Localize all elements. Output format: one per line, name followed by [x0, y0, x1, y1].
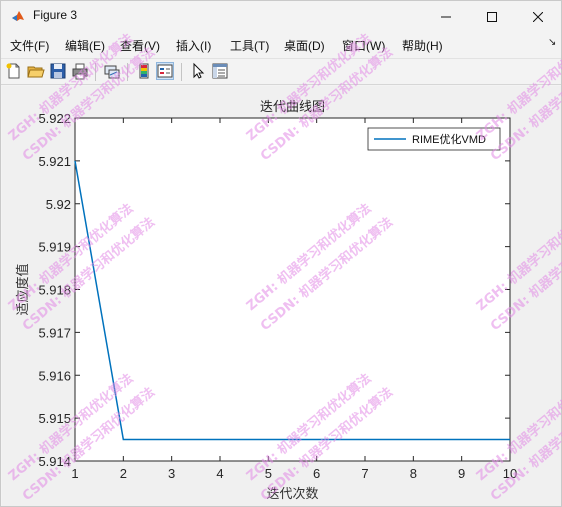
insert-legend-button[interactable] — [156, 62, 174, 80]
toolbar-separator — [181, 63, 182, 81]
x-tick-label: 5 — [265, 466, 272, 481]
matlab-logo-icon — [12, 11, 24, 21]
toolbar-separator — [95, 63, 96, 81]
x-tick-label: 1 — [71, 466, 78, 481]
x-tick-label: 8 — [410, 466, 417, 481]
property-inspector-icon[interactable] — [211, 62, 229, 80]
x-tick-label: 7 — [361, 466, 368, 481]
menu-insert[interactable]: 插入(I) — [176, 37, 211, 54]
x-tick-label: 4 — [216, 466, 223, 481]
menu-bar: 文件(F) 编辑(E) 查看(V) 插入(I) 工具(T) 桌面(D) 窗口(W… — [1, 32, 561, 58]
save-icon[interactable] — [49, 62, 67, 80]
chart-title: 迭代曲线图 — [260, 100, 325, 115]
close-icon — [533, 11, 543, 22]
y-tick-label: 5.922 — [38, 111, 71, 126]
x-axis-label: 迭代次数 — [266, 486, 318, 502]
chart: 5.914 5.915 5.916 5.917 5.918 5.919 5.92 5.921 5… — [15, 100, 517, 502]
y-tick-label: 5.914 — [38, 454, 71, 469]
menu-file[interactable]: 文件(F) — [10, 37, 49, 54]
plot-area — [75, 118, 510, 461]
y-axis-label: 适应度值 — [15, 263, 31, 315]
insert-legend-icon — [157, 64, 173, 78]
minimize-icon — [441, 16, 451, 17]
y-tick-label: 5.918 — [38, 283, 71, 298]
y-tick-label: 5.92 — [46, 197, 71, 212]
toolbar — [1, 58, 561, 85]
print-icon[interactable] — [71, 62, 89, 80]
toolbar-separator — [127, 63, 128, 81]
legend[interactable]: RIME优化VMD — [367, 127, 501, 151]
x-tick-label: 10 — [503, 466, 517, 481]
insert-colorbar-icon[interactable] — [135, 62, 153, 80]
window-title: Figure 3 — [33, 8, 78, 22]
menu-desktop[interactable]: 桌面(D) — [284, 37, 325, 54]
figure-canvas: 5.914 5.915 5.916 5.917 5.918 5.919 5.92 5.921 5… — [2, 86, 561, 506]
menu-view[interactable]: 查看(V) — [120, 37, 160, 54]
minimize-button[interactable] — [423, 1, 469, 32]
y-tick-label: 5.916 — [38, 368, 71, 383]
menu-tools[interactable]: 工具(T) — [230, 37, 269, 54]
link-plot-icon[interactable] — [103, 62, 121, 80]
y-tick-label: 5.917 — [38, 325, 71, 340]
x-tick-label: 3 — [168, 466, 175, 481]
arrow-pointer-icon[interactable] — [189, 62, 207, 80]
figure-window: Figure 3 文件(F) 编辑(E) 查看(V) 插入(I) 工具(T) 桌… — [0, 0, 562, 507]
maximize-icon — [487, 11, 497, 22]
menu-help[interactable]: 帮助(H) — [402, 37, 443, 54]
open-file-icon[interactable] — [27, 62, 45, 80]
y-tick-label: 5.919 — [38, 240, 71, 255]
menu-window[interactable]: 窗口(W) — [342, 37, 385, 54]
new-figure-icon[interactable] — [5, 62, 23, 80]
y-tick-label: 5.915 — [38, 411, 71, 426]
title-bar: Figure 3 — [1, 1, 561, 32]
x-tick-label: 9 — [458, 466, 465, 481]
menu-overflow-icon[interactable]: ↘ — [548, 37, 556, 48]
close-button[interactable] — [515, 1, 561, 32]
y-tick-label: 5.921 — [38, 154, 71, 169]
x-tick-label: 2 — [120, 466, 127, 481]
menu-edit[interactable]: 编辑(E) — [65, 37, 105, 54]
maximize-button[interactable] — [469, 1, 515, 32]
legend-entry: RIME优化VMD — [412, 132, 486, 146]
x-tick-label: 6 — [313, 466, 320, 481]
